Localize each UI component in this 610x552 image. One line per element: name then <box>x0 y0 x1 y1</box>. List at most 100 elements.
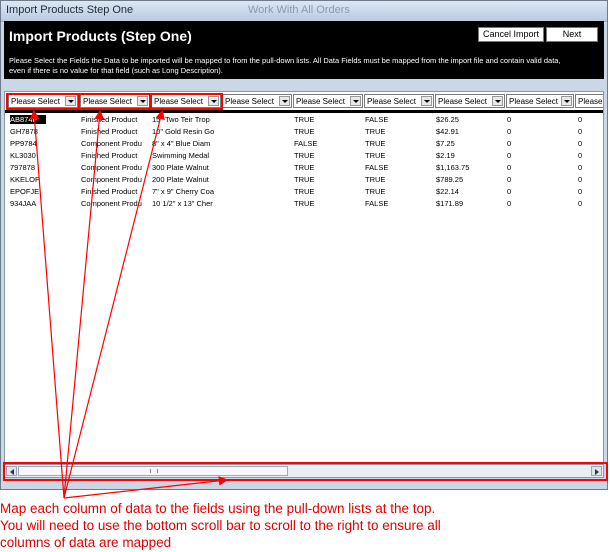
table-cell: 0 <box>507 163 512 172</box>
table-cell: TRUE <box>294 115 315 124</box>
table-cell: 0 <box>507 199 512 208</box>
table-row[interactable]: 934JAA Component Produ 10 1/2" x 13" Che… <box>5 199 603 211</box>
highlight-box-3 <box>149 93 223 110</box>
field-select-5[interactable]: Please Select <box>293 94 363 108</box>
field-select-6[interactable]: Please Select <box>364 94 434 108</box>
table-cell: 300 Plate Walnut <box>152 163 209 172</box>
field-select-8[interactable]: Please Select <box>506 94 574 108</box>
table-row[interactable]: KL3030 Finished Product Swimming Medal T… <box>5 151 603 163</box>
table-cell: 0 <box>507 151 512 160</box>
table-cell: $7.25 <box>436 139 455 148</box>
table-cell: TRUE <box>365 187 386 196</box>
chevron-down-icon[interactable] <box>421 96 432 106</box>
table-cell: TRUE <box>294 151 315 160</box>
field-select-4[interactable]: Please Select <box>222 94 292 108</box>
header-divider <box>5 110 603 113</box>
table-cell: Finished Product <box>81 151 138 160</box>
chevron-down-icon[interactable] <box>492 96 503 106</box>
table-row[interactable]: KKELOP Component Produ 200 Plate Walnut … <box>5 175 603 187</box>
annotation-line-3: columns of data are mapped <box>0 535 172 550</box>
import-window: Import Products Step One Work With All O… <box>0 0 608 490</box>
table-cell: AB874F <box>10 115 46 124</box>
table-cell: TRUE <box>365 151 386 160</box>
table-cell: GH7878 <box>10 127 38 136</box>
table-cell: TRUE <box>365 175 386 184</box>
table-cell: 0 <box>578 199 583 208</box>
table-cell: TRUE <box>294 175 315 184</box>
table-cell: 934JAA <box>10 199 37 208</box>
table-cell: 0 <box>578 139 583 148</box>
highlight-box-2 <box>78 93 152 110</box>
table-cell: 0 <box>578 187 583 196</box>
table-cell: $22.14 <box>436 187 459 196</box>
field-select-7[interactable]: Please Select <box>435 94 505 108</box>
table-cell: 0 <box>507 127 512 136</box>
scrollbar-highlight-box <box>3 462 608 481</box>
table-cell: Component Produ <box>81 139 142 148</box>
table-cell: 0 <box>578 127 583 136</box>
table-cell: Component Produ <box>81 163 142 172</box>
annotation-line-1: Map each column of data to the fields us… <box>0 501 436 516</box>
table-cell: $789.25 <box>436 175 464 184</box>
table-cell: PP9784 <box>10 139 37 148</box>
cancel-import-button[interactable]: Cancel Import <box>478 27 544 42</box>
table-cell: 200 Plate Walnut <box>152 175 209 184</box>
table-cell: Finished Product <box>81 115 138 124</box>
table-cell: 10" Gold Resin Go <box>152 127 215 136</box>
table-cell: 797878 <box>10 163 36 172</box>
table-cell: 0 <box>507 139 512 148</box>
page-title: Import Products (Step One) <box>9 28 192 44</box>
table-cell: FALSE <box>365 115 389 124</box>
chevron-down-icon[interactable] <box>561 96 572 106</box>
table-cell: 10 1/2" x 13" Cher <box>152 199 213 208</box>
table-cell: 0 <box>507 175 512 184</box>
title-bar[interactable]: Import Products Step One Work With All O… <box>1 1 607 22</box>
instructions-text: Please Select the Fields the Data to be … <box>9 56 561 75</box>
table-cell: $2.19 <box>436 151 455 160</box>
window-title: Import Products Step One <box>6 4 134 16</box>
table-cell: 8" x 4" Blue Diam <box>152 139 211 148</box>
table-cell: 0 <box>578 175 583 184</box>
next-button[interactable]: Next <box>546 27 598 42</box>
table-cell: 7" x 9" Cherry Coa <box>152 187 215 196</box>
table-cell: $171.89 <box>436 199 464 208</box>
table-cell: 0 <box>578 163 583 172</box>
table-cell: TRUE <box>294 199 315 208</box>
background-window-title: Work With All Orders <box>248 4 350 16</box>
table-row[interactable]: AB874F Finished Product 15" Two Teir Tro… <box>5 115 603 127</box>
table-cell: $26.25 <box>436 115 459 124</box>
table-cell: FALSE <box>294 139 318 148</box>
header-panel: Import Products (Step One) Cancel Import… <box>4 21 604 79</box>
table-cell: $1,163.75 <box>436 163 470 172</box>
table-cell: FALSE <box>365 199 389 208</box>
table-cell: TRUE <box>294 187 315 196</box>
table-row[interactable]: GH7878 Finished Product 10" Gold Resin G… <box>5 127 603 139</box>
table-cell: TRUE <box>294 127 315 136</box>
table-row[interactable]: 797878 Component Produ 300 Plate Walnut … <box>5 163 603 175</box>
table-cell: TRUE <box>365 127 386 136</box>
table-cell: 0 <box>578 151 583 160</box>
table-cell: Swimming Medal <box>152 151 210 160</box>
table-row[interactable]: EPOFJE Finished Product 7" x 9" Cherry C… <box>5 187 603 199</box>
table-cell: 0 <box>578 115 583 124</box>
chevron-down-icon[interactable] <box>279 96 290 106</box>
annotation-text: Map each column of data to the fields us… <box>0 500 610 551</box>
table-cell: TRUE <box>365 139 386 148</box>
table-cell: EPOFJE <box>10 187 40 196</box>
import-data-grid: Please Select Please Select Please Selec… <box>4 91 604 463</box>
table-cell: 0 <box>507 187 512 196</box>
field-select-9[interactable]: Please <box>575 94 603 108</box>
table-cell: Finished Product <box>81 187 138 196</box>
table-cell: FALSE <box>365 163 389 172</box>
highlight-box-1 <box>6 93 80 110</box>
annotation-line-2: You will need to use the bottom scroll b… <box>0 518 441 533</box>
table-cell: 0 <box>507 115 512 124</box>
chevron-down-icon[interactable] <box>350 96 361 106</box>
table-cell: Component Produ <box>81 199 142 208</box>
table-cell: 15" Two Teir Trop <box>152 115 210 124</box>
field-mapping-row: Please Select Please Select Please Selec… <box>5 93 603 110</box>
table-cell: TRUE <box>294 163 315 172</box>
table-cell: Component Produ <box>81 175 142 184</box>
table-cell: KL3030 <box>10 151 36 160</box>
table-row[interactable]: PP9784 Component Produ 8" x 4" Blue Diam… <box>5 139 603 151</box>
